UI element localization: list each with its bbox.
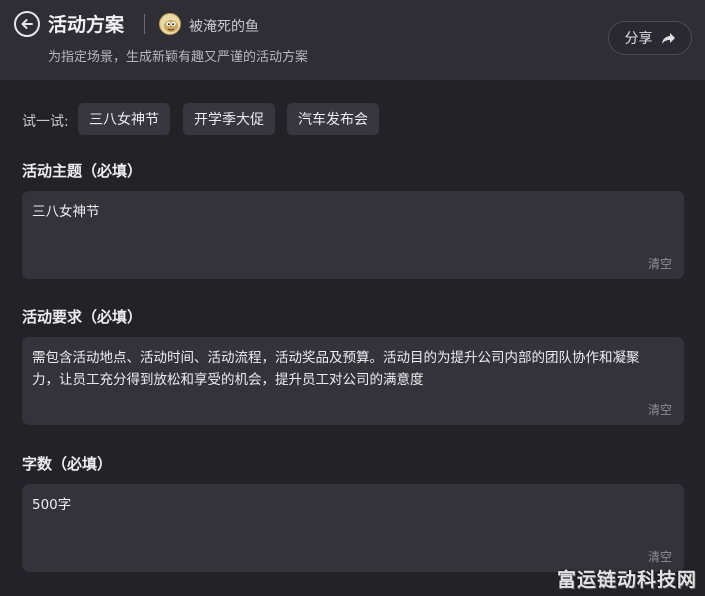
suggestion-chip-womens-day[interactable]: 三八女神节 (78, 103, 170, 135)
page-title: 活动方案 (48, 14, 125, 36)
suggestion-chip-car-launch[interactable]: 汽车发布会 (287, 103, 379, 135)
theme-input-value[interactable]: 三八女神节 (32, 201, 662, 223)
header: 活动方案 被淹死的鱼 为指定场景，生成新颖有趣又严谨的活动方案 分享 (0, 0, 705, 80)
share-arrow-icon (661, 32, 675, 44)
suggestions-label: 试一试: (22, 114, 69, 130)
requirements-clear-button[interactable]: 清空 (648, 401, 672, 418)
suggestion-chip-back-to-school[interactable]: 开学季大促 (183, 103, 275, 135)
word-count-clear-button[interactable]: 清空 (648, 548, 672, 565)
theme-label: 活动主题（必填） (22, 162, 143, 180)
requirements-label: 活动要求（必填） (22, 308, 143, 326)
requirements-field[interactable]: 需包含活动地点、活动时间、活动流程，活动奖品及预算。活动目的为提升公司内部的团队… (22, 337, 684, 425)
word-count-label: 字数（必填） (22, 455, 113, 473)
theme-clear-button[interactable]: 清空 (648, 255, 672, 272)
word-count-field[interactable]: 500字 清空 (22, 484, 684, 572)
back-arrow-icon (21, 19, 33, 29)
page-subtitle: 为指定场景，生成新颖有趣又严谨的活动方案 (48, 50, 309, 65)
back-button[interactable] (14, 11, 40, 37)
author-name[interactable]: 被淹死的鱼 (189, 16, 259, 36)
requirements-input-value[interactable]: 需包含活动地点、活动时间、活动流程，活动奖品及预算。活动目的为提升公司内部的团队… (32, 347, 662, 391)
watermark: 富运链动科技网 (556, 569, 697, 591)
header-divider (144, 14, 145, 34)
share-label: 分享 (624, 31, 653, 47)
fish-avatar-icon (161, 15, 180, 34)
word-count-input-value[interactable]: 500字 (32, 494, 662, 516)
author-avatar[interactable] (159, 13, 181, 35)
share-button[interactable]: 分享 (608, 21, 692, 55)
theme-field[interactable]: 三八女神节 清空 (22, 191, 684, 279)
